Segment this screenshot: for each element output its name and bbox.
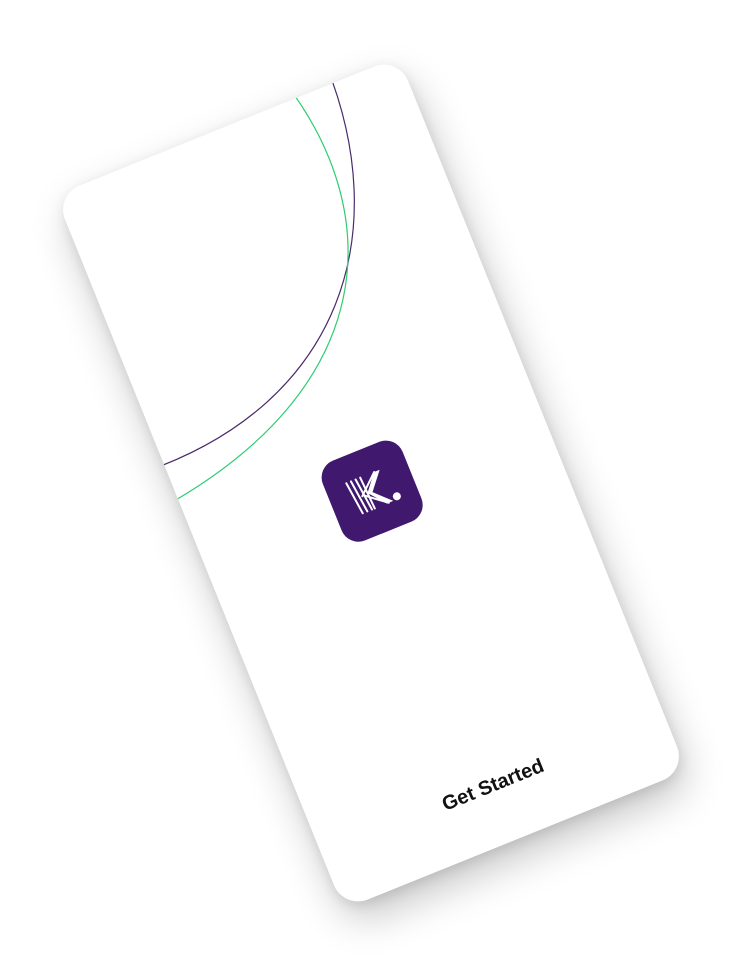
purple-arc <box>145 64 355 473</box>
screen: Get Started <box>0 0 743 966</box>
k-mark-icon <box>345 469 401 515</box>
phone-screen: Get Started <box>55 56 687 910</box>
